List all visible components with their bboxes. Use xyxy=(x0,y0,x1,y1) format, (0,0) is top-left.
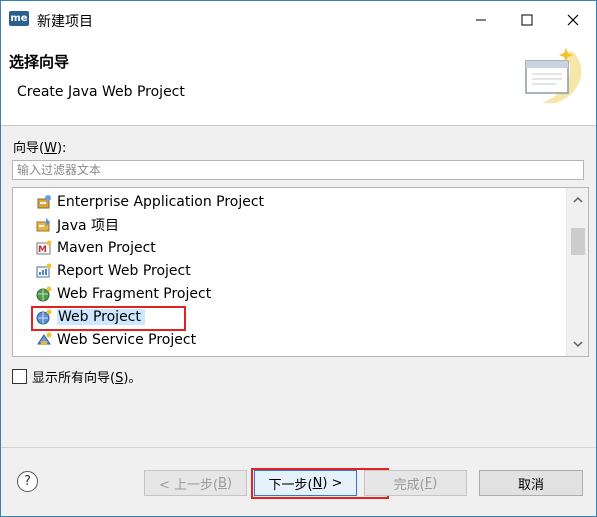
java-project-icon xyxy=(35,216,53,234)
chevron-up-icon xyxy=(572,196,583,203)
filter-input[interactable] xyxy=(12,160,584,180)
selection-highlight-box xyxy=(31,306,186,331)
show-all-wizards-checkbox[interactable]: 显示所有向导(S)。 xyxy=(12,367,141,386)
close-icon xyxy=(567,14,579,26)
tree-item-enterprise-application-project[interactable]: Enterprise Application Project xyxy=(35,191,264,213)
show-all-prefix: 显示所有向导( xyxy=(32,371,116,386)
checkbox-box[interactable] xyxy=(12,369,27,384)
new-project-dialog: me 新建项目 选择向导 Create Java Web Project 向导(… xyxy=(0,0,597,517)
finish-button[interactable]: 完成(F) xyxy=(364,470,467,496)
wizard-label: 向导(W): xyxy=(13,137,66,156)
finish-label-mnemonic: F xyxy=(424,475,433,491)
scroll-down-button[interactable] xyxy=(567,334,588,354)
web-fragment-icon xyxy=(35,285,53,303)
wizard-header: 选择向导 Create Java Web Project xyxy=(1,39,596,126)
close-button[interactable] xyxy=(550,1,596,39)
back-label-prefix: < 上一步( xyxy=(158,477,219,493)
wizard-tree[interactable]: Enterprise Application Project Java 项目 M… xyxy=(12,187,589,357)
scroll-up-button[interactable] xyxy=(567,190,588,210)
tree-item-web-service-project[interactable]: Web Service Project xyxy=(35,329,196,351)
tree-item-maven-project[interactable]: M Maven Project xyxy=(35,237,156,259)
report-project-icon xyxy=(35,262,53,280)
scroll-thumb[interactable] xyxy=(571,228,585,255)
tree-item-web-fragment-project[interactable]: Web Fragment Project xyxy=(35,283,211,305)
chevron-down-icon xyxy=(572,341,583,348)
web-service-icon xyxy=(35,331,53,349)
tree-item-label: Java 项目 xyxy=(57,218,120,234)
back-label-suffix: ) xyxy=(226,475,233,491)
show-all-label: 显示所有向导(S)。 xyxy=(32,367,141,386)
tree-item-label: Enterprise Application Project xyxy=(57,194,265,210)
window-title: 新建项目 xyxy=(37,14,93,30)
page-title: 选择向导 xyxy=(9,53,70,71)
cancel-button[interactable]: 取消 xyxy=(479,470,583,496)
finish-label-prefix: 完成( xyxy=(393,477,425,493)
svg-text:M: M xyxy=(38,245,47,255)
finish-label-suffix: ) xyxy=(432,475,438,491)
app-logo-icon: me xyxy=(9,11,29,26)
minimize-button[interactable] xyxy=(458,1,504,39)
tree-item-java-project[interactable]: Java 项目 xyxy=(35,214,119,236)
wizard-label-suffix: ): xyxy=(56,141,67,156)
cancel-label: 取消 xyxy=(517,477,544,493)
wizard-label-mnemonic: W xyxy=(44,141,57,156)
tree-item-label: Web Service Project xyxy=(57,332,197,348)
show-all-suffix: )。 xyxy=(123,371,142,386)
back-button[interactable]: < 上一步(B) xyxy=(144,470,247,496)
maven-project-icon: M xyxy=(35,239,53,257)
minimize-icon xyxy=(476,19,486,21)
back-label-mnemonic: B xyxy=(218,475,227,491)
wizard-banner-icon xyxy=(522,47,582,109)
maximize-icon xyxy=(521,14,533,26)
tree-item-label: Report Web Project xyxy=(57,263,191,279)
maximize-button[interactable] xyxy=(504,1,550,39)
page-subtitle: Create Java Web Project xyxy=(17,84,185,100)
footer-divider xyxy=(1,447,596,448)
help-button[interactable]: ? xyxy=(17,471,38,492)
tree-item-label: Web Fragment Project xyxy=(57,286,212,302)
title-bar[interactable]: me 新建项目 xyxy=(1,1,596,39)
tree-item-report-web-project[interactable]: Report Web Project xyxy=(35,260,191,282)
help-icon: ? xyxy=(24,474,31,489)
tree-scrollbar[interactable] xyxy=(566,188,588,356)
wizard-label-prefix: 向导( xyxy=(13,141,45,156)
tree-item-label: Maven Project xyxy=(57,240,156,256)
enterprise-project-icon xyxy=(35,193,53,211)
